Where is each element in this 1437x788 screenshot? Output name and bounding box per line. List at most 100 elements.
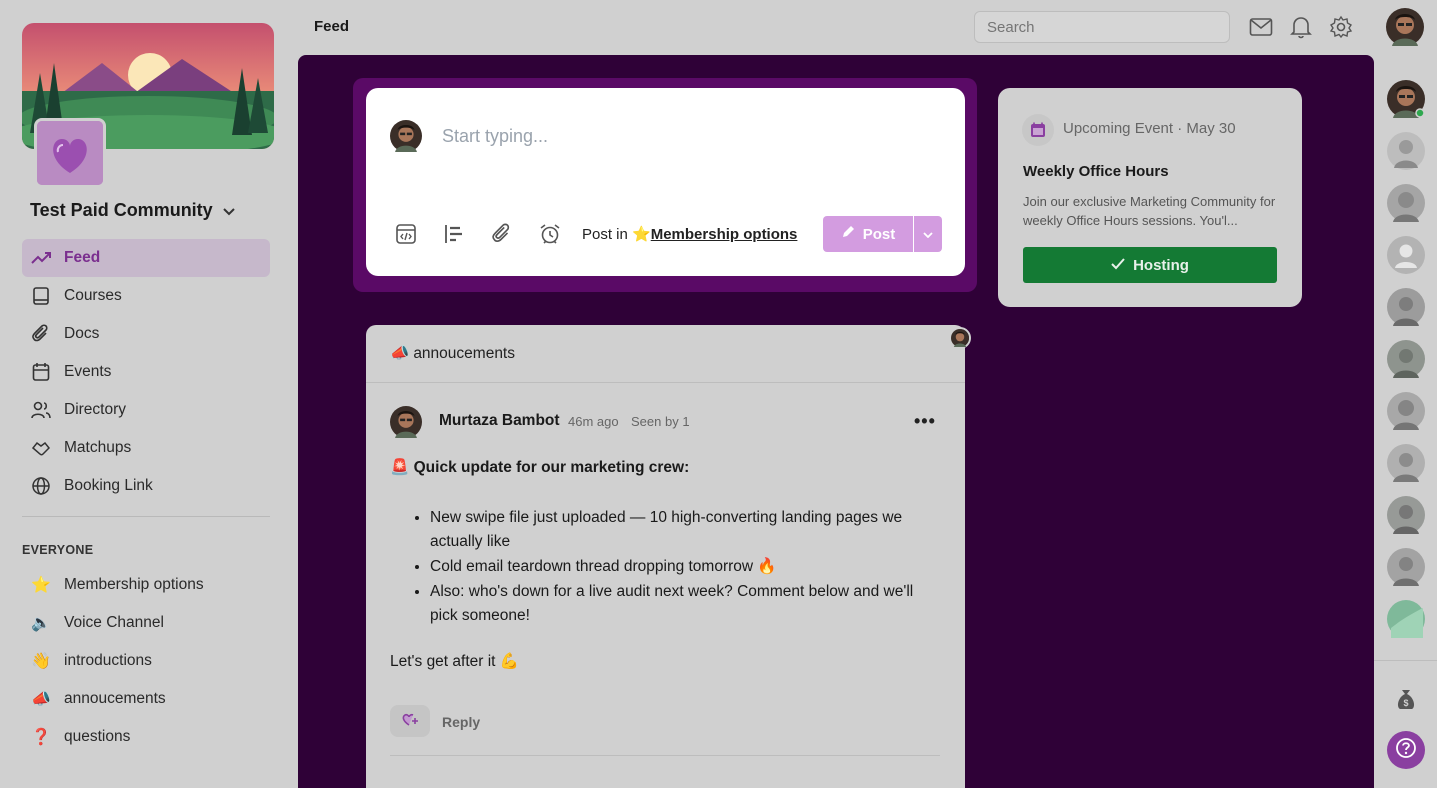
composer-avatar xyxy=(390,120,422,152)
post-in-label: Post in xyxy=(582,226,628,243)
sidebar-item-label: Directory xyxy=(64,401,127,418)
post-button[interactable]: Post xyxy=(823,216,913,252)
post-divider xyxy=(390,755,940,756)
question-icon: ❓ xyxy=(31,729,51,746)
pencil-icon xyxy=(841,225,855,243)
sidebar-item-label: Matchups xyxy=(64,439,132,456)
gear-icon[interactable] xyxy=(1328,14,1354,40)
member-avatar[interactable] xyxy=(1387,236,1425,274)
users-icon xyxy=(30,399,52,421)
member-avatar[interactable] xyxy=(1387,548,1425,586)
svg-text:$: $ xyxy=(1403,698,1408,708)
channel-annoucements[interactable]: 📣 annoucements xyxy=(22,680,270,718)
post-author[interactable]: Murtaza Bambot xyxy=(439,412,560,430)
money-bag-icon[interactable]: $ xyxy=(1387,680,1425,718)
post-channel-header[interactable]: 📣 annoucements xyxy=(366,325,965,383)
megaphone-icon: 📣 xyxy=(390,345,410,362)
search-input[interactable] xyxy=(974,11,1230,43)
channel-list: ⭐ Membership options 🔈 Voice Channel 👋 i… xyxy=(22,566,270,756)
post-options-dropdown[interactable] xyxy=(914,216,942,252)
speaker-icon: 🔈 xyxy=(31,615,51,632)
list-item: Also: who's down for a live audit next w… xyxy=(430,580,940,628)
add-reaction-icon xyxy=(401,711,419,732)
community-switcher[interactable]: Test Paid Community xyxy=(30,200,235,221)
top-bar: Feed xyxy=(298,0,1437,55)
sidebar-item-events[interactable]: Events xyxy=(22,353,270,391)
member-avatar[interactable] xyxy=(1387,184,1425,222)
post-timestamp: 46m ago xyxy=(568,414,619,429)
feed-post: 📣 annoucements Murtaza Bambot 46m ago Se… xyxy=(366,325,971,788)
sidebar-item-docs[interactable]: Docs xyxy=(22,315,270,353)
channel-membership-options[interactable]: ⭐ Membership options xyxy=(22,566,270,604)
member-avatar[interactable] xyxy=(1387,80,1425,118)
channel-questions[interactable]: ❓ questions xyxy=(22,718,270,756)
hosting-button[interactable]: Hosting xyxy=(1023,247,1277,283)
post-seen-by[interactable]: Seen by 1 xyxy=(631,414,690,429)
sidebar-divider xyxy=(22,516,270,517)
post-in-selector[interactable]: Post in ⭐Membership options xyxy=(582,225,797,243)
calendar-icon xyxy=(30,361,52,383)
event-description: Join our exclusive Marketing Community f… xyxy=(1023,194,1276,228)
add-reaction-button[interactable] xyxy=(390,705,430,737)
book-icon xyxy=(30,285,52,307)
sidebar-nav: Feed Courses Docs Events Directory Match… xyxy=(22,239,270,505)
chevron-down-icon xyxy=(923,225,933,243)
more-options-icon[interactable]: ••• xyxy=(914,411,936,432)
user-avatar[interactable] xyxy=(1386,8,1424,46)
sidebar-item-label: Courses xyxy=(64,287,122,304)
post-button-label: Post xyxy=(862,225,896,243)
sidebar-item-directory[interactable]: Directory xyxy=(22,391,270,429)
embed-icon[interactable] xyxy=(394,222,418,246)
sidebar-item-matchups[interactable]: Matchups xyxy=(22,429,270,467)
reply-button[interactable]: Reply xyxy=(442,714,480,730)
handshake-icon xyxy=(30,437,52,459)
author-avatar[interactable] xyxy=(390,406,422,438)
member-avatar[interactable] xyxy=(1387,132,1425,170)
megaphone-icon: 📣 xyxy=(31,691,51,708)
poll-icon[interactable] xyxy=(442,222,466,246)
member-avatar[interactable] xyxy=(1387,444,1425,482)
check-icon xyxy=(1111,257,1125,274)
sidebar-section-title: EVERYONE xyxy=(22,543,94,557)
schedule-alarm-icon[interactable] xyxy=(538,222,562,246)
sidebar-item-feed[interactable]: Feed xyxy=(22,239,270,277)
channel-label: introductions xyxy=(64,652,152,669)
calendar-icon xyxy=(1022,114,1054,146)
post-body: 🚨 Quick update for our marketing crew: N… xyxy=(390,456,940,674)
feed-main: Start typing... Post in ⭐Membership opti… xyxy=(298,55,1374,788)
channel-label: Voice Channel xyxy=(64,614,164,631)
community-name: Test Paid Community xyxy=(30,200,213,220)
hosting-button-label: Hosting xyxy=(1133,256,1189,274)
composer-input[interactable]: Start typing... xyxy=(442,126,548,147)
mail-icon[interactable] xyxy=(1248,14,1274,40)
sidebar-item-label: Docs xyxy=(64,325,100,342)
member-avatar[interactable] xyxy=(1387,288,1425,326)
event-date-label: Upcoming Event · May 30 xyxy=(1063,120,1236,137)
sidebar-item-label: Booking Link xyxy=(64,477,153,494)
post-closing: Let's get after it 💪 xyxy=(390,653,520,670)
sidebar-item-booking-link[interactable]: Booking Link xyxy=(22,467,270,505)
composer-frame: Start typing... Post in ⭐Membership opti… xyxy=(353,78,977,292)
member-avatar[interactable] xyxy=(1387,496,1425,534)
post-channel-name: annoucements xyxy=(413,344,515,362)
bell-icon[interactable] xyxy=(1288,14,1314,40)
channel-voice-channel[interactable]: 🔈 Voice Channel xyxy=(22,604,270,642)
member-avatar[interactable] xyxy=(1387,392,1425,430)
chevron-down-icon xyxy=(222,200,235,221)
channel-label: annoucements xyxy=(64,690,166,707)
page-title: Feed xyxy=(314,18,350,35)
member-rail: $ xyxy=(1374,55,1437,788)
upcoming-event-card[interactable]: Upcoming Event · May 30 Weekly Office Ho… xyxy=(998,88,1302,307)
star-icon: ⭐ xyxy=(31,577,51,594)
help-button[interactable] xyxy=(1387,731,1425,769)
community-logo xyxy=(34,118,106,188)
sidebar-item-courses[interactable]: Courses xyxy=(22,277,270,315)
sidebar-item-label: Feed xyxy=(64,249,101,266)
sidebar-item-label: Events xyxy=(64,363,112,380)
attachment-icon[interactable] xyxy=(490,222,514,246)
member-avatar[interactable] xyxy=(1387,600,1425,638)
member-avatar[interactable] xyxy=(1387,340,1425,378)
post-headline-text: Quick update for our marketing crew: xyxy=(413,459,690,476)
list-item: New swipe file just uploaded — 10 high-c… xyxy=(430,506,940,554)
channel-introductions[interactable]: 👋 introductions xyxy=(22,642,270,680)
